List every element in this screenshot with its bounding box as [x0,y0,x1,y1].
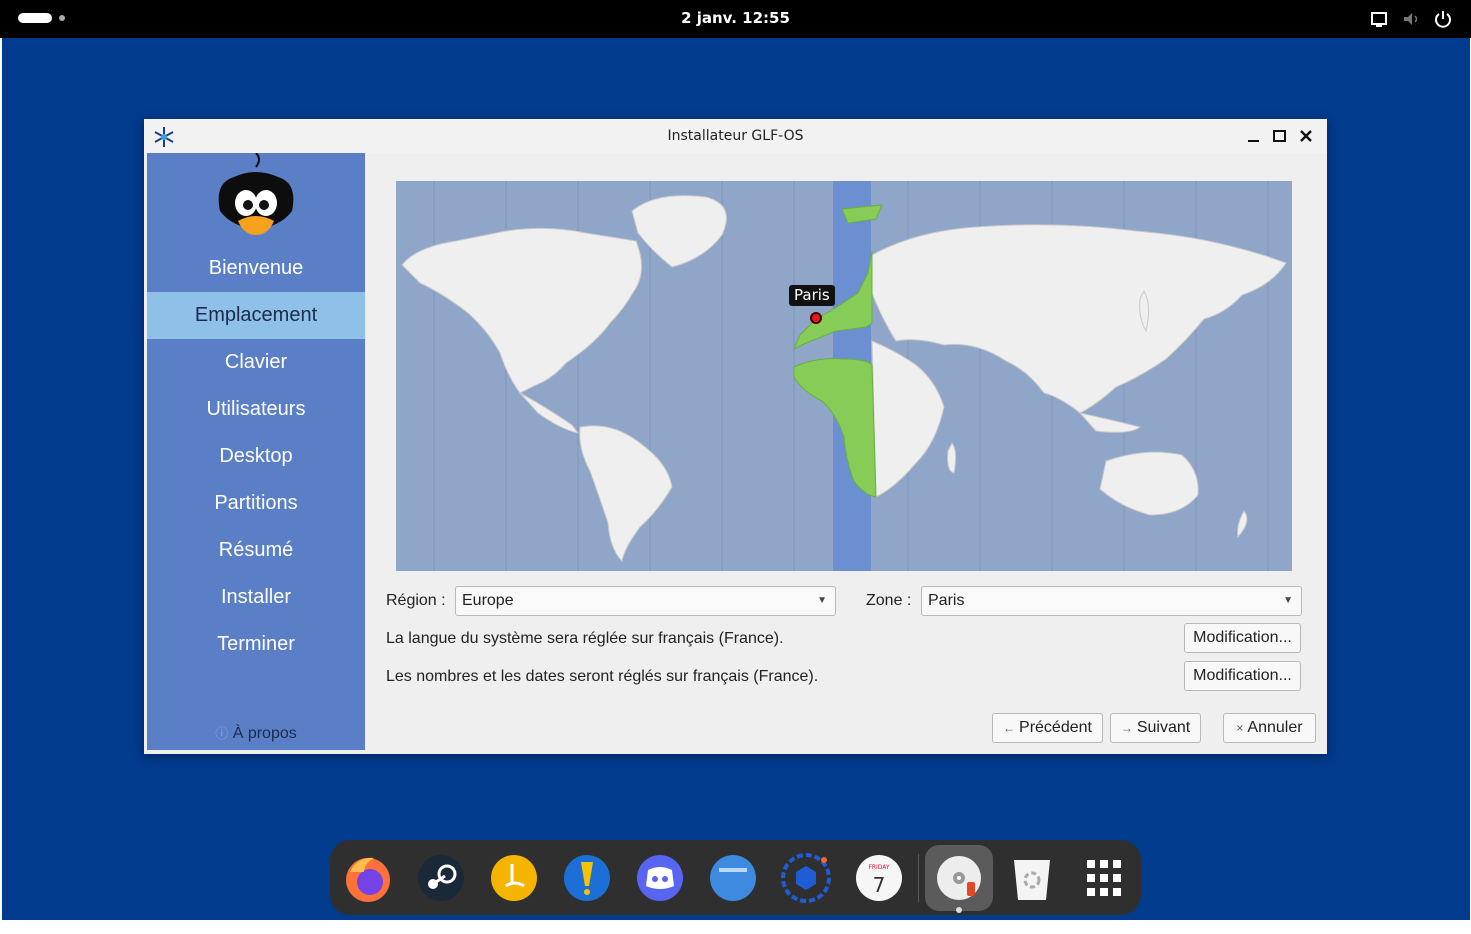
pin-label: Paris [789,285,835,306]
sidebar-item-desktop: Desktop [219,445,293,467]
region-label: Région : [386,592,446,609]
next-label: Suivant [1136,719,1191,736]
sidebar-item-installer: Installer [220,586,292,608]
close-icon[interactable] [1297,127,1315,145]
about-link[interactable]: ⓘ À propos [147,723,365,743]
maximize-icon[interactable] [1271,127,1289,145]
lutris-icon[interactable] [488,852,540,904]
zone-value: Paris [928,592,965,609]
steam-icon[interactable] [415,852,467,904]
heroic-icon[interactable] [561,852,613,904]
sidebar-item-clavier: Clavier [224,351,288,373]
trash-icon[interactable] [1006,852,1058,904]
calendar-date: 7 [873,873,886,897]
zone-select[interactable]: Paris ▼ [921,586,1302,616]
arrow-right-icon: → [1120,721,1133,735]
sidebar-item-partitions: Partitions [214,492,298,514]
arrow-left-icon: ← [1003,721,1016,735]
chevron-down-icon: ▼ [817,595,827,606]
zone-label: Zone : [866,592,912,609]
sidebar-item-emplacement: Emplacement [147,292,365,339]
minimize-icon[interactable] [1245,127,1263,145]
about-label: À propos [232,725,297,742]
modify-language-button[interactable]: Modification... [1184,623,1301,653]
window-title: Installateur GLF-OS [667,128,804,144]
modify-numbers-button[interactable]: Modification... [1184,661,1301,691]
previous-button[interactable]: ← Précédent [992,713,1103,743]
location-pin-icon[interactable] [810,312,822,324]
discord-icon[interactable] [634,852,686,904]
sidebar-item-resume: Résumé [218,539,294,561]
running-indicator [956,907,962,913]
top-bar: 2 janv. 12:55 [0,0,1471,38]
virtualbox-icon[interactable] [780,852,832,904]
timezone-map[interactable]: Paris [396,181,1292,571]
region-value: Europe [462,592,514,609]
next-button[interactable]: → Suivant [1110,713,1201,743]
calendar-day: FRIDAY [868,864,890,871]
language-info: La langue du système sera réglée sur fra… [386,630,784,647]
previous-label: Précédent [1019,719,1092,736]
sidebar-item-bienvenue: Bienvenue [208,257,304,279]
files-icon[interactable] [707,852,759,904]
cancel-label: Annuler [1247,719,1303,736]
chevron-down-icon: ▼ [1283,595,1293,606]
penguin-logo-icon [218,153,294,235]
numbers-info: Les nombres et les dates seront réglés s… [386,668,819,685]
screen-icon[interactable] [1369,9,1389,29]
installer-window: Installateur GLF-OS Bienvenue Emplacemen… [144,119,1327,754]
steps-sidebar: Bienvenue Emplacement Clavier Utilisateu… [147,153,365,750]
installer-disk-icon[interactable] [933,852,985,904]
dock: FRIDAY 7 [330,840,1141,915]
world-map [401,181,1287,571]
sidebar-item-utilisateurs: Utilisateurs [206,398,306,420]
cancel-button[interactable]: × Annuler [1223,713,1316,743]
clock[interactable]: 2 janv. 12:55 [0,9,1471,27]
title-bar[interactable]: Installateur GLF-OS [144,119,1327,153]
volume-muted-icon[interactable] [1401,9,1421,29]
cancel-icon: × [1236,721,1244,735]
calendar-icon[interactable]: FRIDAY 7 [853,852,905,904]
sidebar-item-terminer: Terminer [217,633,295,655]
power-icon[interactable] [1433,9,1453,29]
region-select[interactable]: Europe ▼ [455,586,836,616]
app-grid-icon[interactable] [1078,852,1130,904]
info-icon: ⓘ [215,726,229,741]
firefox-icon[interactable] [342,852,394,904]
dock-separator [918,854,919,902]
